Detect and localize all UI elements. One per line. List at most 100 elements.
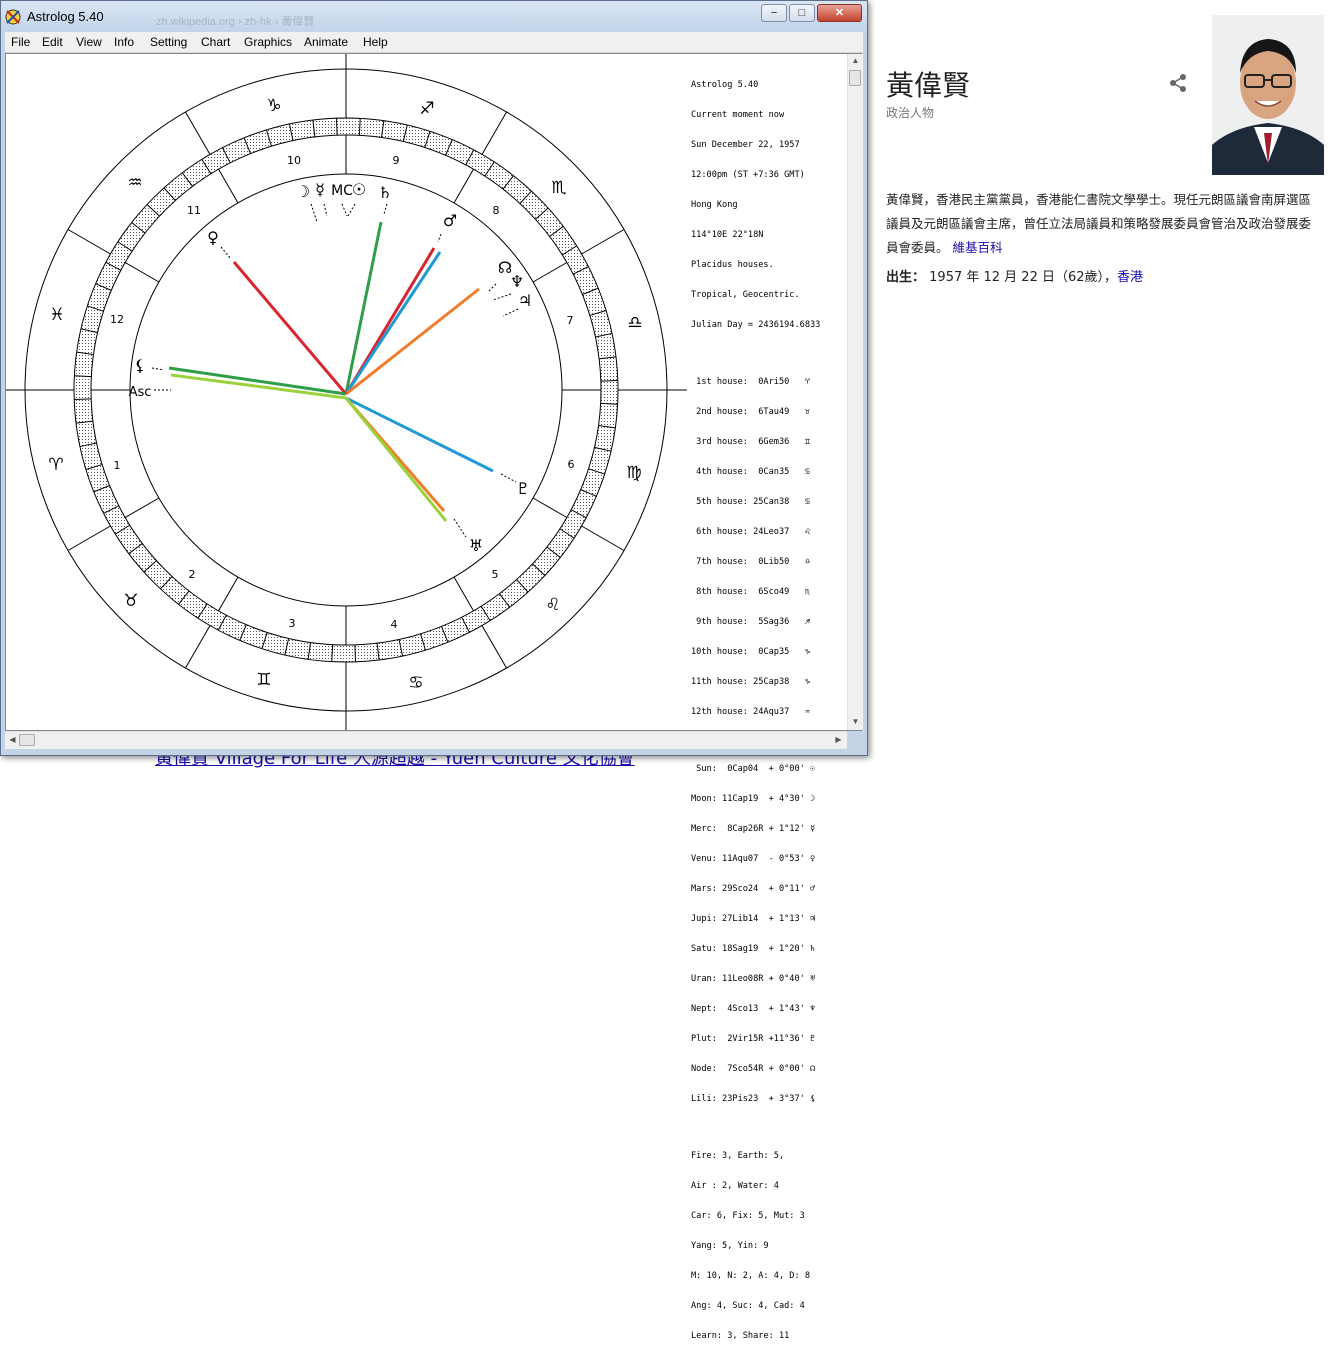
- person-photo[interactable]: [1212, 15, 1324, 175]
- planet-row: Venu: 11Aqu07 - 0°53' ♀: [691, 854, 816, 864]
- menu-animate[interactable]: Animate: [304, 35, 348, 49]
- house-row: 10th house: 0Cap35 ♑: [691, 647, 810, 657]
- info-header-line: Placidus houses.: [691, 260, 774, 270]
- house-12-label: 12: [110, 313, 124, 326]
- house-row: 2nd house: 6Tau49 ♉: [691, 407, 810, 417]
- uranus-icon: ♅: [469, 536, 483, 555]
- planet-row: Satu: 18Sag19 + 1°20' ♄: [691, 944, 816, 954]
- info-header-line: 12:00pm (ST +7:36 GMT): [691, 170, 805, 180]
- planet-row: Uran: 11Leo08R + 0°40' ♅: [691, 974, 816, 984]
- menu-bar: File Edit View Info Setting Chart Graphi…: [5, 32, 863, 53]
- degree-tick: [336, 118, 338, 136]
- close-button[interactable]: ✕: [817, 4, 862, 22]
- house-row: 4th house: 0Can35 ♋: [691, 467, 810, 477]
- cancer-icon: ♋: [408, 673, 423, 693]
- house-11-label: 11: [187, 204, 201, 217]
- house-row: 1st house: 0Ari50 ♈: [691, 377, 810, 387]
- horizontal-scroll-thumb[interactable]: [19, 734, 35, 746]
- house-row: 3rd house: 6Gem36 ♊: [691, 437, 810, 447]
- menu-edit[interactable]: Edit: [42, 35, 63, 49]
- house-8-label: 8: [493, 204, 500, 217]
- degree-tick: [74, 398, 92, 400]
- astrolog-window: Astrolog 5.40 zh.wikipedia.org › zh-hk ›…: [0, 0, 868, 1341]
- house-7-label: 7: [567, 314, 574, 327]
- minimize-button[interactable]: −: [761, 4, 787, 22]
- house-row: 7th house: 0Lib50 ♎: [691, 557, 810, 567]
- gemini-icon: ♊: [256, 670, 271, 690]
- share-icon[interactable]: [1167, 72, 1189, 94]
- horizontal-scrollbar[interactable]: ◀ ▶: [5, 731, 847, 749]
- astro-chart-wheel[interactable]: ♑ ♐ ♏ ♎ ♍ ♌ ♋ ♊ ♉ ♈ ♓ ♒ 10 9 8 7 6 5 4 3…: [6, 54, 687, 730]
- info-header-line: Julian Day = 2436194.6833: [691, 320, 821, 330]
- house-row: 9th house: 5Sag36 ♐: [691, 617, 810, 627]
- sagittarius-icon: ♐: [419, 99, 434, 119]
- planet-row: Jupi: 27Lib14 + 1°13' ♃: [691, 914, 816, 924]
- leo-icon: ♌: [545, 595, 560, 615]
- pluto-icon: ♇: [516, 479, 530, 498]
- menu-help[interactable]: Help: [363, 35, 388, 49]
- taurus-icon: ♉: [123, 591, 138, 611]
- house-2-label: 2: [189, 568, 196, 581]
- info-header-line: Current moment now: [691, 110, 785, 120]
- ascendant-label: Asc: [129, 385, 152, 400]
- stats-row: Car: 6, Fix: 5, Mut: 3: [691, 1211, 805, 1221]
- capricorn-icon: ♑: [266, 96, 281, 116]
- vertical-scrollbar[interactable]: ▲ ▼: [847, 54, 863, 730]
- menu-graphics[interactable]: Graphics: [244, 35, 292, 49]
- menu-file[interactable]: File: [11, 35, 30, 49]
- planet-row: Lili: 23Pis23 + 3°37' ⚸: [691, 1094, 817, 1104]
- house-3-label: 3: [289, 617, 296, 630]
- menu-chart[interactable]: Chart: [201, 35, 230, 49]
- scroll-left-icon[interactable]: ◀: [7, 734, 18, 746]
- vertical-scroll-thumb[interactable]: [849, 70, 861, 86]
- aries-icon: ♈: [48, 455, 63, 475]
- kp-born-row: 出生： 1957 年 12 月 22 日（62歲），香港: [886, 266, 1143, 285]
- born-label: 出生：: [886, 270, 926, 285]
- venus-icon: ♀: [207, 228, 219, 247]
- house-row: 11th house: 25Cap38 ♑: [691, 677, 810, 687]
- menu-info[interactable]: Info: [114, 35, 134, 49]
- saturn-icon: ♄: [378, 183, 392, 202]
- libra-icon: ♎: [627, 313, 642, 333]
- maximize-button[interactable]: □: [789, 4, 815, 22]
- born-value: 1957 年 12 月 22 日（62歲），: [929, 270, 1118, 285]
- born-place-link[interactable]: 香港: [1117, 270, 1143, 285]
- title-bar[interactable]: Astrolog 5.40 zh.wikipedia.org › zh-hk ›…: [1, 1, 867, 31]
- scroll-down-icon[interactable]: ▼: [850, 716, 861, 728]
- mars-icon: ♂: [443, 211, 457, 230]
- kp-name: 黃偉賢: [886, 69, 971, 102]
- astrolog-app-icon: [5, 9, 21, 25]
- menu-setting[interactable]: Setting: [150, 35, 187, 49]
- stats-row: Yang: 5, Yin: 9: [691, 1241, 769, 1251]
- planet-row: Merc: 8Cap26R + 1°12' ☿: [691, 824, 816, 834]
- scroll-right-icon[interactable]: ▶: [833, 734, 844, 746]
- kp-description: 黃偉賢，香港民主黨黨員，香港能仁書院文學學士。現任元朗區議會南屏選區議員及元朗區…: [886, 192, 1312, 255]
- stats-row: Fire: 3, Earth: 5,: [691, 1151, 785, 1161]
- house-row: 5th house: 25Can38 ♋: [691, 497, 810, 507]
- jupiter-icon: ♃: [518, 291, 532, 310]
- wikipedia-link[interactable]: 維基百科: [953, 240, 1003, 255]
- degree-tick: [600, 380, 618, 382]
- scroll-up-icon[interactable]: ▲: [850, 55, 861, 67]
- house-5-label: 5: [492, 568, 499, 581]
- neptune-icon: ♆: [510, 272, 524, 291]
- ghost-url: zh.wikipedia.org › zh-hk › 黃偉賢: [156, 16, 315, 28]
- kp-subtitle: 政治人物: [886, 106, 935, 120]
- stats-row: Ang: 4, Suc: 4, Cad: 4: [691, 1301, 805, 1311]
- house-9-label: 9: [393, 154, 400, 167]
- stats-row: Learn: 3, Share: 11: [691, 1331, 790, 1341]
- virgo-icon: ♍: [626, 463, 641, 483]
- window-title: Astrolog 5.40: [27, 9, 104, 24]
- menu-view[interactable]: View: [76, 35, 102, 49]
- info-header-line: Tropical, Geocentric.: [691, 290, 800, 300]
- planet-row: Moon: 11Cap19 + 4°30' ☽: [691, 794, 816, 804]
- planet-row: Nept: 4Sco13 + 1°43' ♆: [691, 1004, 816, 1014]
- stats-row: M: 10, N: 2, A: 4, D: 8: [691, 1271, 810, 1281]
- planet-row: Mars: 29Sco24 + 0°11' ♂: [691, 884, 816, 894]
- knowledge-panel: 黃偉賢 政治人物 黃偉賢，香港民主黨黨員，香港能仁書院文學學士。現任元朗區議會南…: [877, 0, 1333, 761]
- house-4-label: 4: [391, 618, 398, 631]
- house-10-label: 10: [287, 154, 301, 167]
- info-header-line: Hong Kong: [691, 200, 738, 210]
- planet-row: Sun: 0Cap04 + 0°00' ☉: [691, 764, 816, 774]
- stats-row: Air : 2, Water: 4: [691, 1181, 779, 1191]
